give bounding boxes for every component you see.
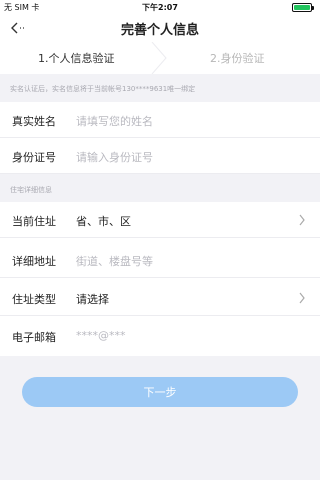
status-time: 下午2:07 <box>142 3 178 12</box>
bottom-area <box>0 356 320 480</box>
name-row[interactable]: 真实姓名 请填写您的姓名 <box>0 102 320 138</box>
email-row[interactable]: 电子邮箱 ****@*** <box>0 318 320 354</box>
address-type-select[interactable]: 请选择 <box>76 291 109 307</box>
current-address-select[interactable]: 省、市、区 <box>76 213 131 229</box>
detail-address-input[interactable]: 街道、楼盘号等 <box>76 253 153 269</box>
address-type-row[interactable]: 住址类型 请选择 <box>0 280 320 316</box>
chevron-right-icon <box>299 214 305 226</box>
detail-address-row[interactable]: 详细地址 街道、楼盘号等 <box>0 242 320 278</box>
page-title: 完善个人信息 <box>120 23 199 38</box>
residence-section-header: 住宅详细信息 <box>0 174 320 202</box>
detail-address-label: 详细地址 <box>12 255 56 268</box>
status-bar: 无 SIM 卡 下午2:07 <box>0 0 320 14</box>
next-step-button[interactable]: 下一步 <box>22 377 298 407</box>
email-label: 电子邮箱 <box>12 331 56 344</box>
chevron-right-icon <box>299 292 305 304</box>
step-2-label: 2.身份验证 <box>210 52 265 65</box>
email-input[interactable]: ****@*** <box>76 329 126 342</box>
name-input[interactable]: 请填写您的姓名 <box>76 113 153 129</box>
id-number-input[interactable]: 请输入身份证号 <box>76 149 153 165</box>
current-address-row[interactable]: 当前住址 省、市、区 <box>0 202 320 238</box>
name-label: 真实姓名 <box>12 115 56 128</box>
step-1-label: 1.个人信息验证 <box>38 52 115 65</box>
current-address-label: 当前住址 <box>12 215 56 228</box>
battery-icon <box>292 3 314 12</box>
step-indicator: 1.个人信息验证 2.身份验证 <box>0 42 320 74</box>
verification-notice: 实名认证后，实名信息将于当前帐号130****9631唯一绑定 <box>0 74 320 102</box>
nav-bar: 完善个人信息 <box>0 14 320 42</box>
address-type-label: 住址类型 <box>12 293 56 306</box>
id-number-label: 身份证号 <box>12 151 56 164</box>
id-number-row[interactable]: 身份证号 请输入身份证号 <box>0 138 320 174</box>
